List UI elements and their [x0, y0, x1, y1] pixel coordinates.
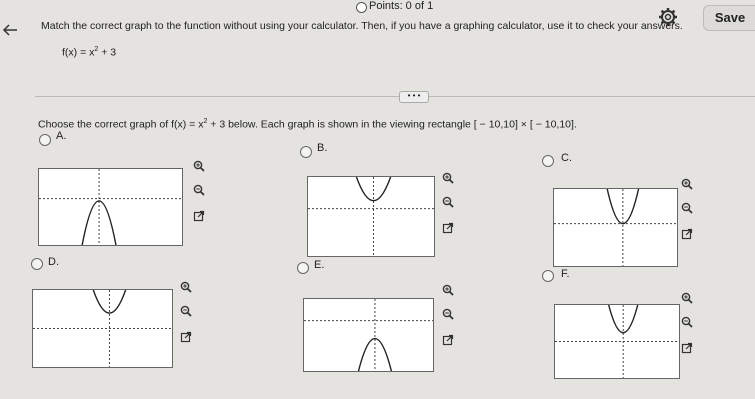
points-label: Points: 0 of 1 — [369, 0, 434, 12]
choice-radio-d[interactable] — [31, 258, 43, 270]
function-expression: f(x) = x2 + 3 — [62, 46, 116, 59]
external-link-icon[interactable] — [681, 228, 693, 240]
zoom-out-icon[interactable] — [442, 196, 454, 208]
choice-label-a: A. — [56, 130, 67, 142]
zoom-in-icon[interactable] — [193, 160, 205, 172]
zoom-out-icon[interactable] — [681, 202, 693, 214]
graph-d[interactable] — [32, 289, 173, 368]
choice-prompt: Choose the correct graph of f(x) = x2 + … — [38, 118, 577, 131]
choice-radio-c[interactable] — [542, 155, 554, 167]
choice-radio-e[interactable] — [297, 262, 309, 274]
zoom-in-icon[interactable] — [681, 178, 693, 190]
choice-radio-f[interactable] — [542, 270, 554, 282]
choice-label-f: F. — [561, 268, 570, 280]
choice-label-c: C. — [561, 152, 572, 164]
graph-plot-a — [39, 169, 182, 245]
function-prefix: f(x) = x — [62, 46, 95, 59]
choice-label-e: E. — [314, 259, 325, 271]
parabola-curve — [92, 290, 127, 314]
graph-f[interactable] — [554, 304, 680, 379]
save-button[interactable]: Save — [703, 5, 755, 31]
graph-plot-f — [555, 305, 679, 378]
question-instructions: Match the correct graph to the function … — [41, 20, 683, 32]
graph-e[interactable] — [303, 298, 434, 372]
external-link-icon[interactable] — [442, 222, 454, 234]
prompt-prefix: Choose the correct graph of f(x) = x — [38, 118, 204, 131]
back-arrow-icon[interactable] — [2, 22, 18, 38]
graph-plot-b — [308, 177, 434, 256]
zoom-out-icon[interactable] — [180, 305, 192, 317]
graph-plot-d — [33, 290, 172, 367]
external-link-icon[interactable] — [193, 210, 205, 222]
external-link-icon[interactable] — [442, 334, 454, 346]
section-divider — [35, 96, 755, 97]
graph-plot-e — [304, 299, 433, 371]
choice-label-d: D. — [48, 256, 59, 268]
expand-ellipsis-button[interactable]: • • • — [399, 91, 429, 103]
graph-plot-c — [554, 189, 677, 266]
zoom-out-icon[interactable] — [442, 308, 454, 320]
graph-b[interactable] — [307, 176, 435, 257]
external-link-icon[interactable] — [180, 331, 192, 343]
choice-radio-b[interactable] — [300, 146, 312, 158]
zoom-out-icon[interactable] — [681, 316, 693, 328]
top-bar: Points: 0 of 1 — [0, 0, 755, 14]
graph-c[interactable] — [553, 188, 678, 267]
external-link-icon[interactable] — [681, 342, 693, 354]
prompt-suffix: + 3 below. Each graph is shown in the vi… — [207, 118, 577, 131]
choice-label-b: B. — [317, 142, 328, 154]
function-suffix: + 3 — [98, 46, 117, 59]
graph-a[interactable] — [38, 168, 183, 246]
zoom-out-icon[interactable] — [193, 184, 205, 196]
zoom-in-icon[interactable] — [442, 284, 454, 296]
zoom-in-icon[interactable] — [180, 281, 192, 293]
zoom-in-icon[interactable] — [442, 172, 454, 184]
points-status-icon — [356, 2, 367, 13]
choice-radio-a[interactable] — [39, 134, 51, 146]
zoom-in-icon[interactable] — [681, 292, 693, 304]
